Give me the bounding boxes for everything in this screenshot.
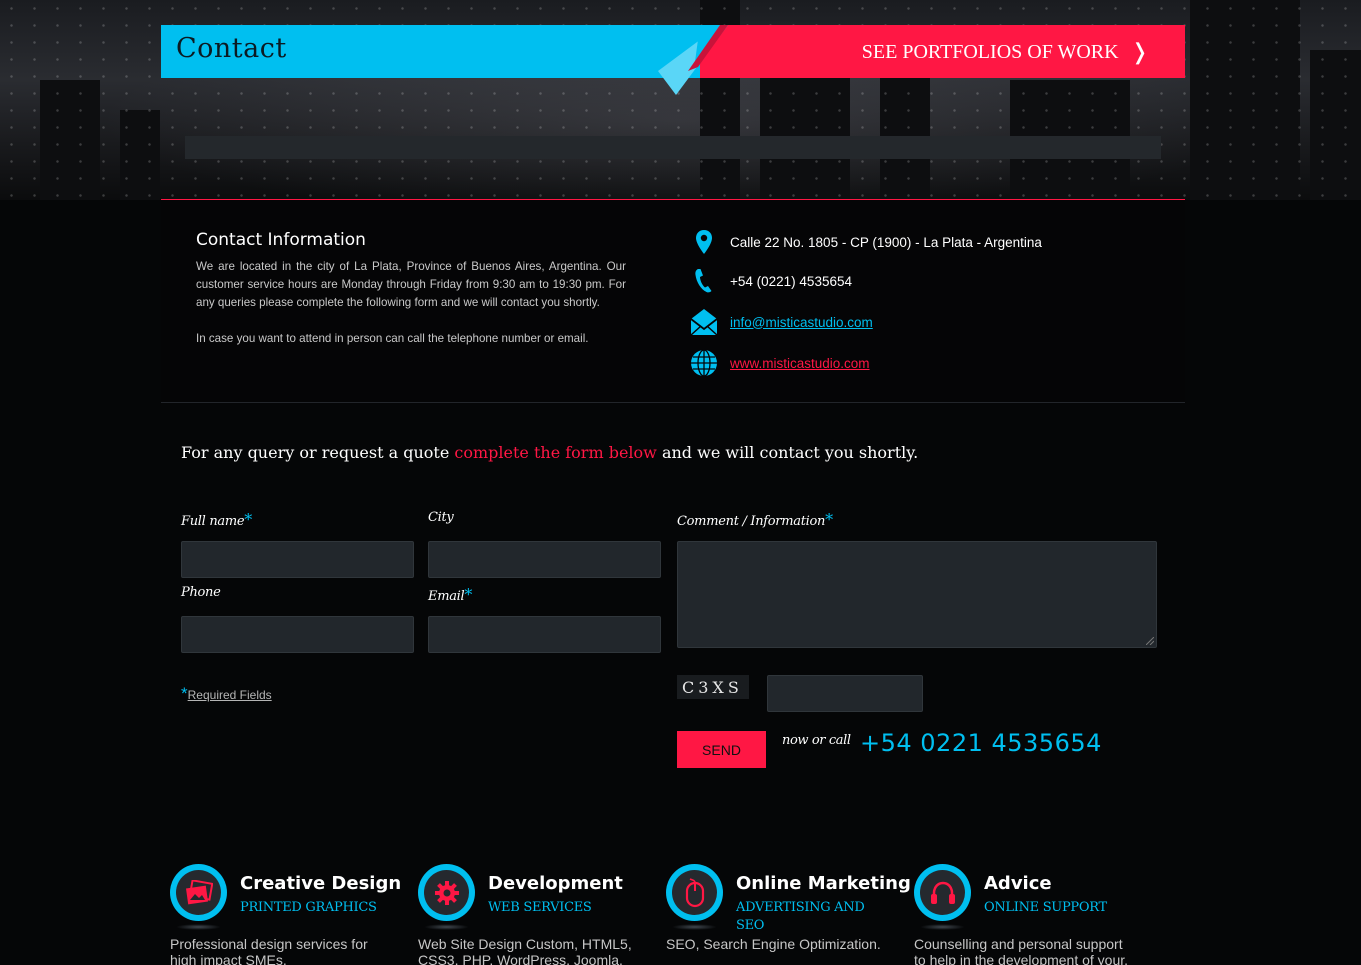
contact-info-paragraph: We are located in the city of La Plata, …	[196, 260, 626, 309]
gear-icon	[434, 880, 459, 905]
email-input[interactable]	[428, 616, 661, 653]
service-title: Online Marketing	[736, 873, 911, 894]
chevron-right-icon: ❭	[1130, 39, 1149, 65]
website-row: www.misticastudio.com	[689, 348, 870, 378]
required-fields-note: *Required Fields	[181, 684, 272, 704]
comment-label: Comment / Information*	[677, 510, 833, 529]
resize-handle-icon[interactable]	[1146, 637, 1154, 645]
email-label: Email*	[428, 585, 473, 604]
contact-info-panel: Contact Information We are located in th…	[161, 199, 1185, 403]
email-row: info@misticastudio.com	[689, 307, 873, 337]
service-subtitle: ADVERTISING AND SEO	[736, 900, 865, 933]
globe-icon	[689, 348, 719, 378]
mouse-icon	[685, 877, 704, 907]
phone-row: +54 (0221) 4535654	[689, 266, 852, 296]
photo-icon	[185, 879, 213, 904]
captcha-input[interactable]	[767, 675, 923, 712]
service-subtitle: PRINTED GRAPHICS	[240, 900, 377, 915]
page-title: Contact	[176, 33, 287, 64]
service-description: Counselling and personal support to help…	[914, 936, 1129, 965]
address-row: Calle 22 No. 1805 - CP (1900) - La Plata…	[689, 227, 1042, 257]
address-text: Calle 22 No. 1805 - CP (1900) - La Plata…	[730, 234, 1042, 250]
form-intro-text: and we will contact you shortly.	[656, 443, 919, 462]
map-placeholder-strip	[185, 136, 1161, 159]
form-intro-text: For any query or request a quote	[181, 443, 455, 462]
service-subtitle: WEB SERVICES	[488, 900, 592, 915]
email-link[interactable]: info@misticastudio.com	[730, 315, 873, 330]
see-portfolios-link[interactable]: SEE PORTFOLIOS OF WORK ❭	[862, 38, 1149, 66]
required-star: *	[181, 684, 188, 703]
headset-icon	[930, 881, 955, 904]
send-button[interactable]: SEND	[677, 731, 766, 768]
call-number: +54 0221 4535654	[860, 729, 1102, 757]
service-description: Professional design services for high im…	[170, 936, 368, 965]
service-title: Development	[488, 873, 623, 894]
service-icon-ring	[914, 864, 971, 921]
service-icon-ring	[418, 864, 475, 921]
service-description: SEO, Search Engine Optimization.	[666, 936, 881, 952]
see-portfolios-label: SEE PORTFOLIOS OF WORK	[861, 40, 1119, 63]
website-link[interactable]: www.misticastudio.com	[730, 356, 870, 371]
service-description: Web Site Design Custom, HTML5, CSS3, PHP…	[418, 936, 632, 965]
captcha-image: C3XS	[677, 675, 749, 699]
service-title: Creative Design	[240, 873, 402, 894]
contact-info-paragraph: In case you want to attend in person can…	[196, 332, 589, 345]
phone-text: +54 (0221) 4535654	[730, 273, 852, 289]
phone-icon	[689, 266, 719, 296]
city-input[interactable]	[428, 541, 661, 578]
location-pin-icon	[689, 227, 719, 257]
full-name-input[interactable]	[181, 541, 414, 578]
form-intro-highlight: complete the form below	[454, 443, 657, 462]
required-star: *	[825, 510, 833, 529]
service-subtitle: ONLINE SUPPORT	[984, 900, 1107, 915]
header-fold-ribbon	[658, 25, 728, 95]
now-or-call-text: now or call	[782, 733, 851, 748]
phone-input[interactable]	[181, 616, 414, 653]
service-icon-ring	[666, 864, 723, 921]
form-intro: For any query or request a quote complet…	[181, 443, 918, 462]
required-star: *	[464, 585, 473, 604]
city-label: City	[428, 510, 454, 525]
contact-info-heading: Contact Information	[196, 230, 366, 250]
service-icon-ring	[170, 864, 227, 921]
full-name-label: Full name*	[181, 510, 252, 529]
service-title: Advice	[984, 873, 1052, 894]
comment-textarea[interactable]	[677, 541, 1157, 648]
required-fields-text: Required Fields	[187, 688, 272, 702]
envelope-icon	[689, 307, 719, 337]
required-star: *	[244, 510, 252, 529]
phone-label: Phone	[181, 585, 221, 600]
